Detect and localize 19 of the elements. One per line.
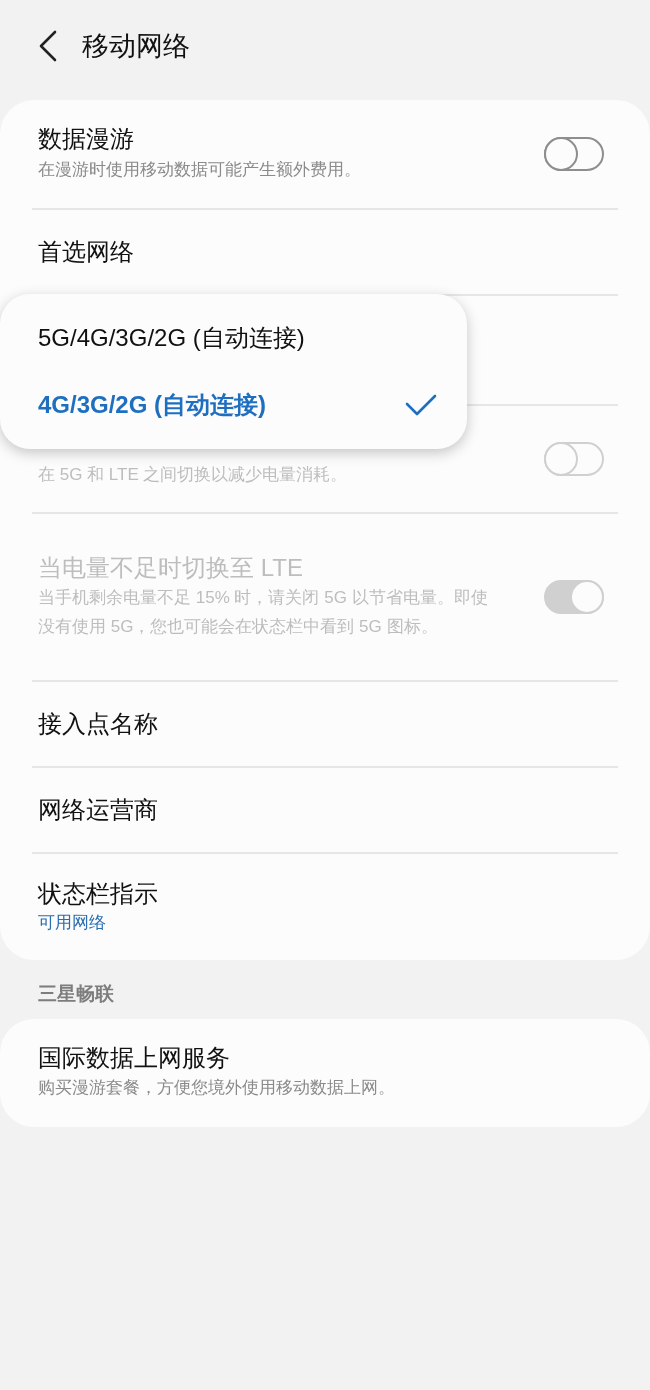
back-button[interactable] bbox=[38, 30, 58, 62]
setting-description: 在 5G 和 LTE 之间切换以减少电量消耗。 bbox=[38, 463, 349, 486]
setting-description: 在漫游时使用移动数据可能产生额外费用。 bbox=[38, 158, 362, 181]
setting-title: 国际数据上网服务 bbox=[38, 1042, 231, 1073]
setting-title: 接入点名称 bbox=[38, 708, 159, 739]
setting-description: 购买漫游套餐，方便您境外使用移动数据上网。 bbox=[38, 1077, 396, 1100]
menu-option[interactable]: 4G/3G/2G (自动连接) bbox=[0, 387, 467, 424]
setting-value: 可用网络 bbox=[38, 912, 107, 935]
setting-description: 当手机剩余电量不足 15% 时，请关闭 5G 以节省电量。即使没有使用 5G，您也可能会在状态栏中看到 5G 图标。 bbox=[38, 587, 489, 639]
menu-option[interactable]: 5G/4G/3G/2G (自动连接) bbox=[0, 319, 467, 356]
page-title: 移动网络 bbox=[82, 29, 190, 63]
setting-title: 网络运营商 bbox=[38, 794, 159, 825]
setting-title: 状态栏指示 bbox=[38, 879, 159, 910]
setting-title: 当电量不足时切换至 LTE bbox=[38, 552, 304, 583]
setting-title: 首选网络 bbox=[38, 236, 135, 267]
toggle-switch[interactable] bbox=[544, 137, 604, 171]
check-icon bbox=[405, 394, 437, 417]
section-header: 三星畅联 bbox=[37, 982, 115, 1006]
setting-title: 数据漫游 bbox=[38, 124, 135, 155]
